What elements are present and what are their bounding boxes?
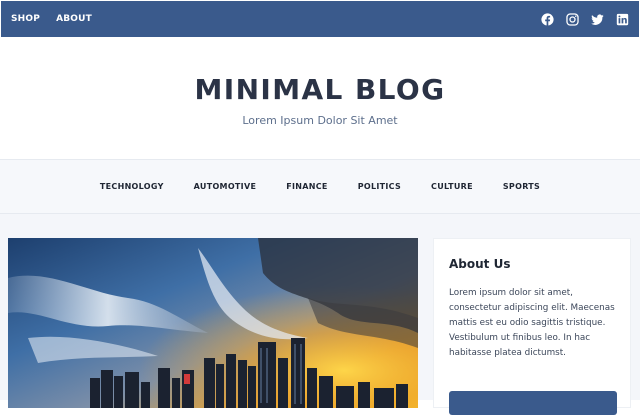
- city-skyline-image: [8, 238, 418, 408]
- social-links: [541, 12, 629, 26]
- category-politics[interactable]: POLITICS: [358, 182, 401, 191]
- category-culture[interactable]: CULTURE: [431, 182, 473, 191]
- site-header: MINIMAL BLOG Lorem Ipsum Dolor Sit Amet: [0, 37, 640, 159]
- about-title: About Us: [449, 257, 511, 271]
- linkedin-icon[interactable]: [616, 13, 629, 26]
- category-technology[interactable]: TECHNOLOGY: [100, 182, 164, 191]
- facebook-icon[interactable]: [541, 12, 554, 26]
- about-text: Lorem ipsum dolor sit amet, consectetur …: [449, 288, 615, 358]
- category-automotive[interactable]: AUTOMOTIVE: [194, 182, 257, 191]
- nav-link-shop[interactable]: SHOP: [11, 14, 40, 24]
- about-button[interactable]: [449, 391, 617, 415]
- category-sports[interactable]: SPORTS: [503, 182, 540, 191]
- main-content: About Us Lorem ipsum dolor sit amet, con…: [0, 214, 640, 415]
- instagram-icon[interactable]: [566, 12, 579, 26]
- about-widget: About Us Lorem ipsum dolor sit amet, con…: [433, 238, 631, 415]
- category-nav: TECHNOLOGY AUTOMOTIVE FINANCE POLITICS C…: [0, 159, 640, 214]
- top-nav: SHOP ABOUT: [11, 14, 92, 24]
- twitter-icon[interactable]: [591, 13, 604, 26]
- featured-image[interactable]: [8, 238, 418, 408]
- nav-link-about[interactable]: ABOUT: [56, 14, 92, 24]
- top-bar: SHOP ABOUT: [1, 1, 639, 37]
- site-title[interactable]: MINIMAL BLOG: [0, 73, 640, 107]
- category-finance[interactable]: FINANCE: [286, 182, 327, 191]
- site-tagline: Lorem Ipsum Dolor Sit Amet: [242, 114, 398, 127]
